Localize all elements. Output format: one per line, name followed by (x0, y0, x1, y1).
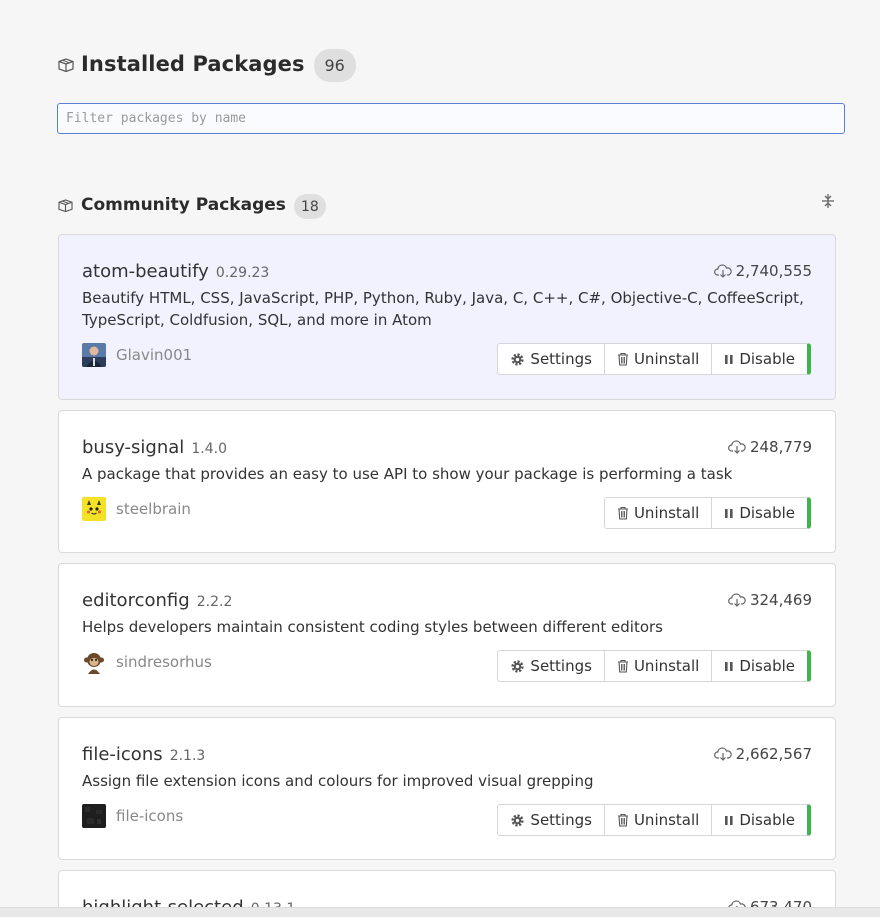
gear-icon (511, 659, 525, 673)
uninstall-label: Uninstall (633, 350, 700, 368)
cloud-download-icon (728, 593, 746, 607)
package-author[interactable]: steelbrain (82, 497, 191, 521)
horizontal-scrollbar[interactable] (0, 907, 880, 917)
gear-icon (511, 813, 525, 827)
package-card-atom-beautify[interactable]: atom-beautify 0.29.23 2,740,555 Beautify… (58, 234, 836, 400)
installed-packages-header: Installed Packages 96 (58, 46, 356, 82)
package-card-file-icons[interactable]: file-icons 2.1.3 2,662,567 Assign file e… (58, 717, 836, 860)
uninstall-button[interactable]: Uninstall (603, 343, 713, 375)
package-name[interactable]: busy-signal (82, 437, 184, 458)
uninstall-label: Uninstall (633, 504, 700, 522)
cloud-download-icon (728, 440, 746, 454)
settings-button[interactable]: Settings (497, 804, 605, 836)
installed-count-badge: 96 (313, 48, 356, 82)
gear-icon (511, 352, 525, 366)
avatar[interactable] (82, 804, 106, 828)
pause-icon (725, 354, 733, 364)
settings-label: Settings (530, 811, 592, 829)
community-count-badge: 18 (293, 194, 326, 219)
package-description: Beautify HTML, CSS, JavaScript, PHP, Pyt… (82, 289, 804, 329)
package-title: atom-beautify 0.29.23 (82, 261, 269, 282)
fold-icon[interactable] (820, 193, 836, 209)
disable-button[interactable]: Disable (711, 804, 811, 836)
download-count-value: 324,469 (749, 591, 812, 609)
package-description: Assign file extension icons and colours … (82, 772, 594, 790)
pause-icon (725, 508, 733, 518)
download-count-value: 248,779 (749, 438, 812, 456)
download-count: 324,469 (728, 591, 812, 609)
package-version: 1.4.0 (191, 441, 228, 457)
package-icon (58, 198, 73, 212)
uninstall-button[interactable]: Uninstall (603, 804, 713, 836)
package-author[interactable]: sindresorhus (82, 650, 212, 674)
avatar[interactable] (82, 343, 106, 367)
settings-label: Settings (530, 657, 592, 675)
disable-label: Disable (739, 504, 795, 522)
filter-packages-input[interactable] (57, 103, 845, 134)
package-name[interactable]: atom-beautify (82, 261, 209, 282)
installed-packages-title: Installed Packages (81, 52, 305, 76)
package-title: file-icons 2.1.3 (82, 744, 205, 765)
disable-button[interactable]: Disable (711, 343, 811, 375)
download-count-value: 2,740,555 (735, 262, 812, 280)
package-icon (58, 58, 74, 72)
package-description: A package that provides an easy to use A… (82, 465, 733, 483)
download-count: 2,740,555 (713, 262, 812, 280)
package-name[interactable]: file-icons (82, 744, 163, 765)
pause-icon (725, 661, 733, 671)
community-packages-title: Community Packages (81, 195, 286, 215)
uninstall-button[interactable]: Uninstall (603, 650, 713, 682)
settings-button[interactable]: Settings (497, 343, 605, 375)
disable-label: Disable (739, 350, 795, 368)
package-author[interactable]: Glavin001 (82, 343, 192, 367)
package-description: Helps developers maintain consistent cod… (82, 618, 663, 636)
author-name[interactable]: steelbrain (116, 500, 191, 518)
package-card-editorconfig[interactable]: editorconfig 2.2.2 324,469 Helps develop… (58, 563, 836, 707)
package-version: 2.1.3 (169, 748, 206, 764)
uninstall-label: Uninstall (633, 657, 700, 675)
package-title: editorconfig 2.2.2 (82, 590, 232, 611)
trash-icon (617, 813, 628, 827)
pause-icon (725, 815, 733, 825)
settings-button[interactable]: Settings (497, 650, 605, 682)
package-actions: Settings Uninstall Disable (497, 343, 811, 375)
download-count: 248,779 (728, 438, 812, 456)
disable-button[interactable]: Disable (711, 650, 811, 682)
package-name[interactable]: editorconfig (82, 590, 190, 611)
settings-label: Settings (530, 350, 592, 368)
package-version: 0.29.23 (215, 265, 270, 281)
author-name[interactable]: sindresorhus (116, 653, 212, 671)
avatar[interactable] (82, 497, 106, 521)
cloud-download-icon (713, 264, 732, 278)
download-count: 2,662,567 (713, 745, 812, 763)
download-count-value: 2,662,567 (735, 745, 812, 763)
author-name[interactable]: file-icons (116, 807, 183, 825)
settings-view: Installed Packages 96 Community Packages… (0, 0, 880, 917)
community-packages-header: Community Packages 18 (58, 190, 326, 220)
avatar[interactable] (82, 650, 106, 674)
uninstall-button[interactable]: Uninstall (603, 497, 713, 529)
uninstall-label: Uninstall (633, 811, 700, 829)
author-name[interactable]: Glavin001 (116, 346, 192, 364)
disable-label: Disable (739, 657, 795, 675)
trash-icon (617, 352, 628, 366)
disable-button[interactable]: Disable (711, 497, 811, 529)
package-actions: Settings Uninstall Disable (497, 804, 811, 836)
disable-label: Disable (739, 811, 795, 829)
package-author[interactable]: file-icons (82, 804, 183, 828)
trash-icon (617, 506, 628, 520)
cloud-download-icon (713, 747, 732, 761)
package-version: 2.2.2 (196, 594, 233, 610)
package-actions: Settings Uninstall Disable (497, 650, 811, 682)
package-actions: Uninstall Disable (603, 497, 811, 529)
package-title: busy-signal 1.4.0 (82, 437, 227, 458)
trash-icon (617, 659, 628, 673)
package-card-busy-signal[interactable]: busy-signal 1.4.0 248,779 A package that… (58, 410, 836, 553)
